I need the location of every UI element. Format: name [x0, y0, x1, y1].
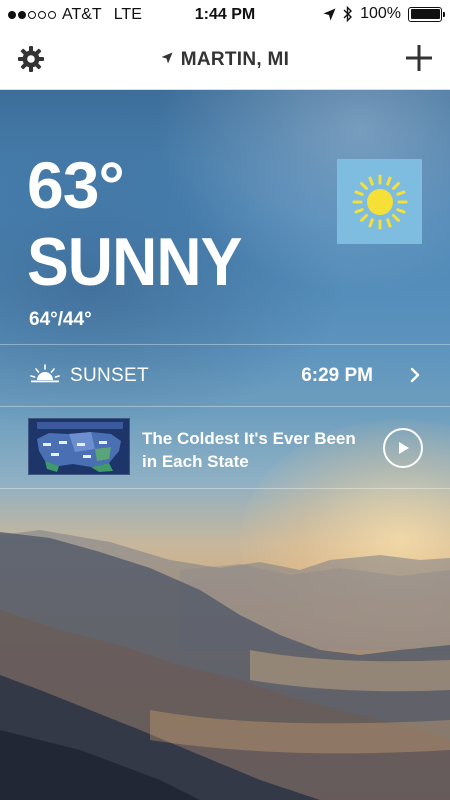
- us-map-thumbnail-image: [29, 419, 129, 474]
- location-selector[interactable]: MARTIN, MI: [0, 49, 450, 71]
- video-thumbnail: [28, 418, 130, 475]
- sunset-icon: [30, 364, 60, 383]
- app-header: MARTIN, MI: [0, 30, 450, 90]
- battery-percent: 100%: [360, 5, 401, 22]
- current-temperature: 63°: [27, 148, 125, 222]
- sunset-time: 6:29 PM: [301, 365, 373, 386]
- bluetooth-icon: [343, 6, 353, 22]
- play-icon: [399, 442, 409, 454]
- play-video-button[interactable]: [383, 428, 423, 468]
- status-right: 100%: [323, 5, 445, 23]
- high-low-temperature: 64°/44°: [29, 309, 92, 330]
- sun-icon: [352, 174, 407, 229]
- weather-condition-box: [337, 159, 422, 244]
- sunset-row[interactable]: SUNSET 6:29 PM: [0, 344, 450, 406]
- chevron-right-icon: [410, 367, 420, 383]
- divider: [0, 488, 450, 489]
- battery-icon: [408, 6, 445, 22]
- location-arrow-icon: [161, 52, 173, 64]
- video-row[interactable]: The Coldest It's Ever Been in Each State: [0, 406, 450, 488]
- current-condition: SUNNY: [27, 224, 242, 300]
- plus-icon: [406, 45, 432, 71]
- weather-hero: 63° SUNNY 64°/44° SUNSET 6:29 PM The Col…: [0, 90, 450, 800]
- add-location-button[interactable]: [404, 43, 434, 73]
- status-bar: AT&T LTE 1:44 PM 100%: [0, 0, 450, 30]
- location-services-icon: [323, 8, 336, 20]
- location-name: MARTIN, MI: [180, 49, 290, 70]
- sunset-label: SUNSET: [70, 365, 149, 386]
- battery-fill: [410, 9, 440, 19]
- video-title: The Coldest It's Ever Been in Each State: [142, 429, 356, 471]
